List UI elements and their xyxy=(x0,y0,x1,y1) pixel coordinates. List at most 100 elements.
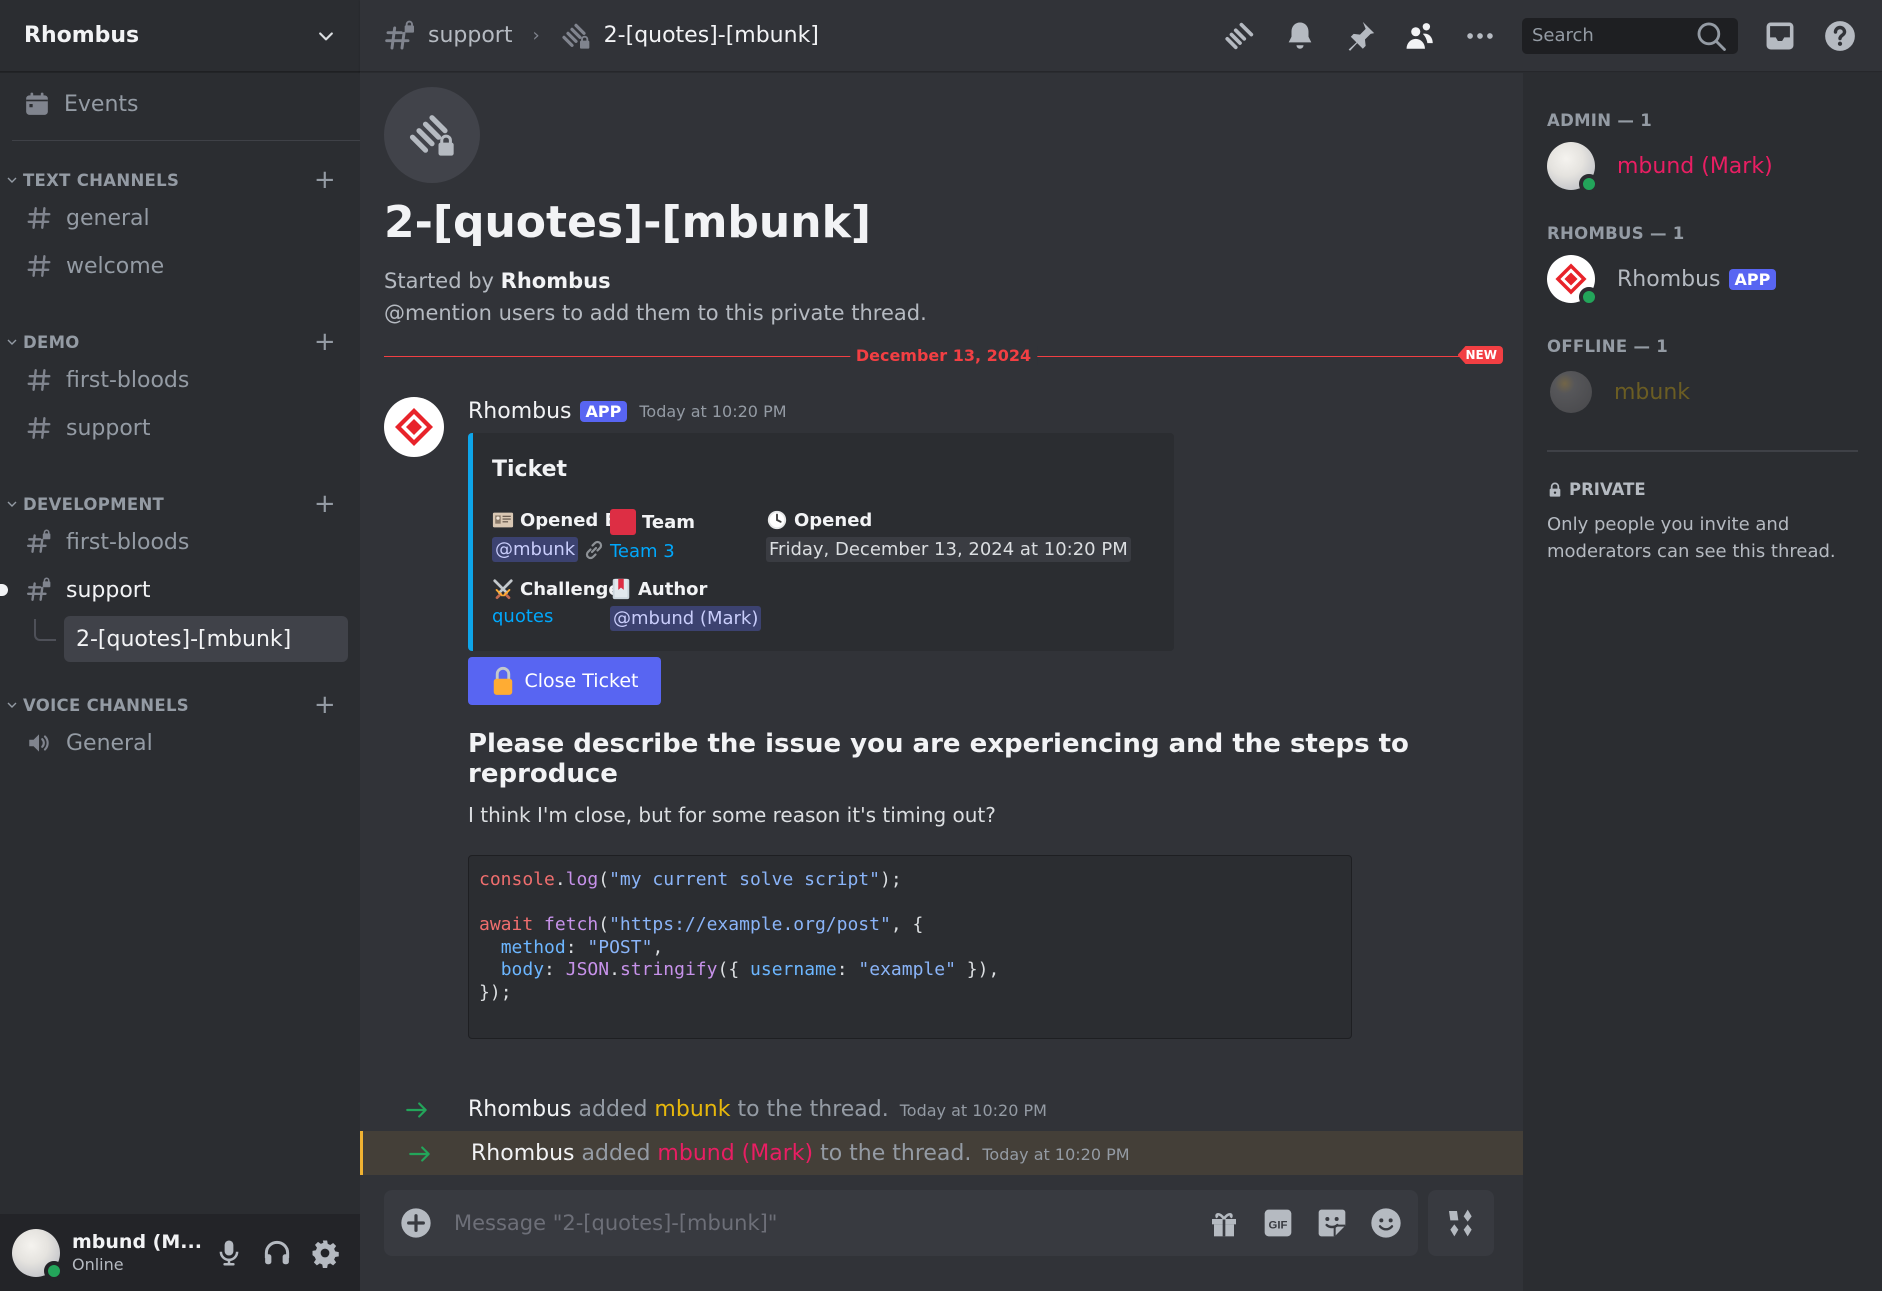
system-message-text: Rhombus added mbund (Mark) to the thread… xyxy=(471,1141,1130,1166)
pinned-messages-button[interactable] xyxy=(1342,18,1378,54)
member-item[interactable]: Rhombus APP xyxy=(1547,255,1858,307)
server-header[interactable]: Rhombus xyxy=(0,0,360,72)
create-channel-icon[interactable]: + xyxy=(314,489,336,519)
voice-channel-general[interactable]: General xyxy=(12,720,348,766)
search-input[interactable]: Search xyxy=(1522,17,1738,54)
category-demo[interactable]: DEMO + xyxy=(0,327,360,357)
system-message-highlighted: Rhombus added mbund (Mark) to the thread… xyxy=(360,1131,1523,1175)
timestamp-value: Friday, December 13, 2024 at 10:20 PM xyxy=(766,537,1131,562)
more-options-button[interactable] xyxy=(1462,18,1498,54)
category-text-channels[interactable]: TEXT CHANNELS + xyxy=(0,165,360,195)
category-label: DEVELOPMENT xyxy=(23,494,165,514)
gif-icon[interactable]: GIF xyxy=(1262,1207,1294,1239)
sticker-icon[interactable] xyxy=(1316,1207,1348,1239)
code-block[interactable]: console.log("my current solve script"); … xyxy=(468,855,1352,1039)
actor[interactable]: Rhombus xyxy=(471,1141,575,1166)
member-group-admin: ADMIN — 1 xyxy=(1547,111,1653,130)
voice-controls xyxy=(214,1238,340,1268)
gift-icon[interactable] xyxy=(1208,1207,1240,1239)
category-voice-channels[interactable]: VOICE CHANNELS + xyxy=(0,690,360,720)
help-button[interactable] xyxy=(1822,18,1858,54)
notifications-button[interactable] xyxy=(1282,18,1318,54)
microphone-icon[interactable] xyxy=(214,1238,244,1268)
events-item[interactable]: Events xyxy=(12,80,348,128)
target-user[interactable]: mbund (Mark) xyxy=(657,1141,813,1166)
user-avatar[interactable] xyxy=(12,1228,64,1281)
channel-general[interactable]: general xyxy=(12,195,348,241)
member-list-toggle[interactable] xyxy=(1402,18,1438,54)
channel-support-private[interactable]: support xyxy=(0,567,348,613)
rhombus-logo-icon xyxy=(395,408,433,446)
chevron-down-icon xyxy=(7,339,17,345)
code-token: fetch xyxy=(544,914,599,935)
actor[interactable]: Rhombus xyxy=(468,1097,572,1122)
channel-first-bloods-private[interactable]: first-bloods xyxy=(12,519,348,565)
breadcrumb-parent-channel[interactable]: support xyxy=(428,23,512,48)
headphones-icon[interactable] xyxy=(262,1238,292,1268)
channel-label: first-bloods xyxy=(66,367,190,393)
message-composer: GIF xyxy=(384,1190,1418,1256)
target-user[interactable]: mbunk xyxy=(654,1097,730,1122)
channel-first-bloods[interactable]: first-bloods xyxy=(12,357,348,403)
member-item[interactable]: mbunk xyxy=(1547,368,1858,416)
thread-row: 2-[quotes]-[mbunk] xyxy=(24,616,348,662)
member-item[interactable]: mbund (Mark) xyxy=(1547,142,1858,194)
apps-icon xyxy=(1449,1209,1472,1237)
thread-item-selected[interactable]: 2-[quotes]-[mbunk] xyxy=(64,616,348,662)
create-channel-icon[interactable]: + xyxy=(314,327,336,357)
speaker-icon xyxy=(29,734,49,752)
member-name: mbunk xyxy=(1614,379,1691,405)
channel-welcome[interactable]: welcome xyxy=(12,243,348,289)
hash-icon xyxy=(27,369,51,391)
member-group-rhombus: RHOMBUS — 1 xyxy=(1547,224,1685,243)
settings-gear-icon[interactable] xyxy=(310,1238,340,1268)
user-mention[interactable]: @mbund (Mark) xyxy=(610,606,762,631)
create-channel-icon[interactable]: + xyxy=(314,690,336,720)
thread-started-by: Started by Rhombus xyxy=(384,269,611,293)
code-token: log xyxy=(565,869,599,890)
emoji-icon[interactable] xyxy=(1370,1207,1402,1239)
channel-label: first-bloods xyxy=(66,529,190,555)
create-channel-icon[interactable]: + xyxy=(314,165,336,195)
issue-text: I think I'm close, but for some reason i… xyxy=(468,803,996,827)
hash-icon xyxy=(27,255,51,277)
threads-button[interactable] xyxy=(1222,18,1258,54)
code-token: ( xyxy=(717,959,729,980)
add-attachment-icon[interactable] xyxy=(400,1207,432,1239)
member-group-offline: OFFLINE — 1 xyxy=(1547,337,1669,356)
message-author[interactable]: Rhombus xyxy=(468,399,572,424)
system-timestamp: Today at 10:20 PM xyxy=(899,1100,1047,1120)
sidebar-divider xyxy=(12,140,360,141)
embed-title: Ticket xyxy=(492,457,568,482)
code-token: ) xyxy=(977,959,989,980)
apps-button[interactable] xyxy=(1428,1190,1494,1256)
code-token: ( xyxy=(598,914,610,935)
category-development[interactable]: DEVELOPMENT + xyxy=(0,489,360,519)
bot-avatar[interactable] xyxy=(384,397,444,457)
more-dots-icon xyxy=(1467,32,1493,39)
private-heading: PRIVATE xyxy=(1547,480,1858,499)
category-label: DEMO xyxy=(23,332,80,352)
breadcrumb-thread-name: 2-[quotes]-[mbunk] xyxy=(603,23,819,48)
unread-indicator xyxy=(0,584,8,596)
system-message: Rhombus added mbunk to the thread. Today… xyxy=(360,1087,1523,1131)
help-icon xyxy=(1825,20,1855,51)
team-link[interactable]: Team 3 xyxy=(610,541,675,562)
category-label: TEXT CHANNELS xyxy=(23,170,180,190)
member-added-arrow-icon xyxy=(406,1102,427,1118)
members-icon xyxy=(1406,22,1433,49)
member-list: ADMIN — 1 mbund (Mark) RHOMBUS — 1 Rhomb… xyxy=(1523,73,1882,1291)
user-mention[interactable]: @mbunk xyxy=(492,537,579,562)
close-ticket-button[interactable]: Close Ticket xyxy=(468,657,661,705)
system-message-text: Rhombus added mbunk to the thread. Today… xyxy=(468,1097,1047,1122)
message-input[interactable] xyxy=(454,1211,1208,1235)
started-by-prefix: Started by xyxy=(384,269,494,293)
events-label: Events xyxy=(64,91,139,117)
started-by-user[interactable]: Rhombus xyxy=(501,269,611,293)
threads-icon xyxy=(1225,22,1254,49)
challenge-link[interactable]: quotes xyxy=(492,606,553,627)
channel-support[interactable]: support xyxy=(12,405,348,451)
inbox-button[interactable] xyxy=(1762,18,1798,54)
user-meta[interactable]: mbund (M... Online xyxy=(72,1231,214,1274)
